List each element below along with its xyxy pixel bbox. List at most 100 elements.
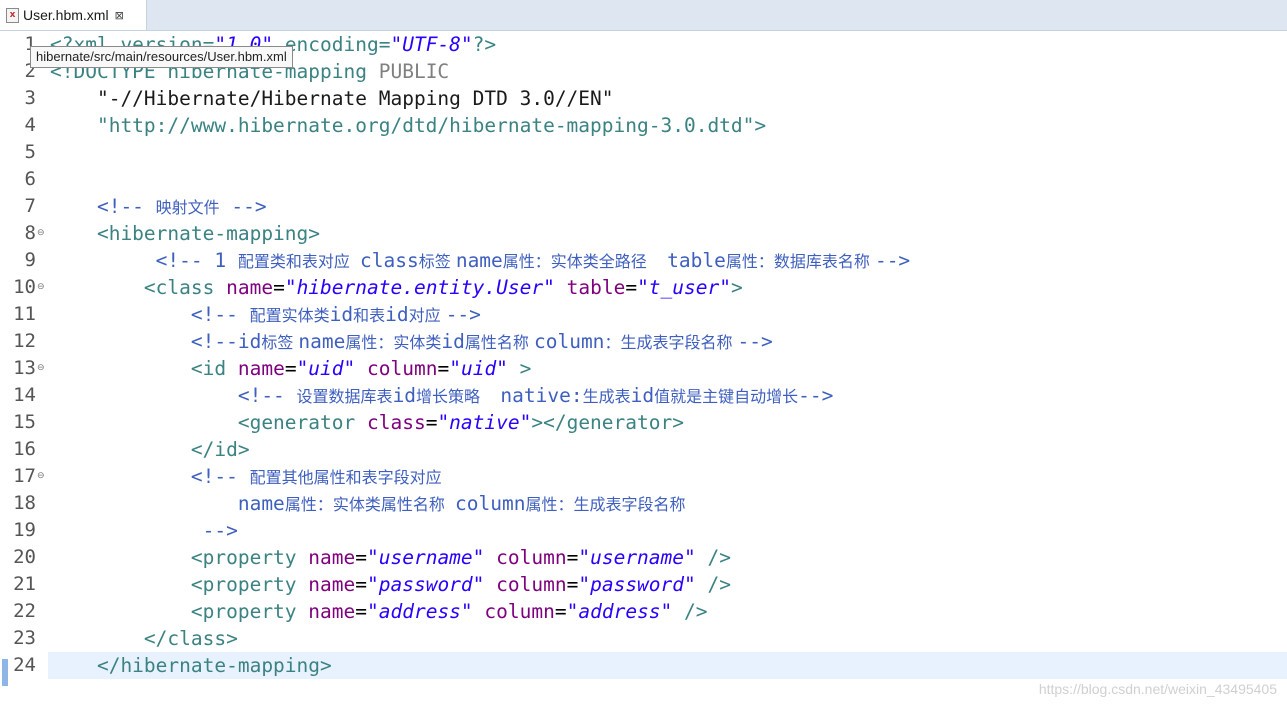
code-token: <hibernate-mapping> (50, 222, 321, 245)
code-text[interactable]: <!-- 设置数据库表id增长策略 native:生成表id值就是主键自动增长-… (50, 382, 834, 410)
line-number: 4 (24, 114, 36, 136)
code-token: "username" (578, 546, 696, 569)
code-line[interactable]: 18 name属性：实体类属性名称 column属性：生成表字段名称 (0, 490, 1287, 517)
code-text[interactable]: </hibernate-mapping> (50, 652, 332, 679)
line-number: 10 (13, 276, 36, 298)
code-text[interactable]: <!--id标签 name属性：实体类id属性名称 column：生成表字段名称… (50, 328, 773, 356)
code-text[interactable]: <!-- 配置实体类id和表id对应 --> (50, 301, 481, 329)
code-token: id (392, 384, 417, 407)
code-token: name (226, 276, 274, 299)
code-token: name (308, 600, 356, 623)
code-token: > (754, 114, 767, 137)
code-token: </hibernate-mapping> (50, 654, 332, 677)
fold-toggle-icon[interactable]: ⊖ (37, 472, 45, 481)
file-path-tooltip: hibernate/src/main/resources/User.hbm.xm… (30, 46, 293, 68)
code-text[interactable]: <id name="uid" column="uid" > (50, 355, 532, 382)
code-token: = (437, 357, 450, 380)
code-token: <property (50, 546, 309, 569)
code-text[interactable]: </id> (50, 436, 250, 463)
code-line[interactable]: 17 ⊖ <!-- 配置其他属性和表字段对应 (0, 463, 1287, 490)
code-text[interactable]: <generator class="native"></generator> (50, 409, 684, 436)
code-line[interactable]: 3 "-//Hibernate/Hibernate Mapping DTD 3.… (0, 85, 1287, 112)
code-token: 生成表 (582, 387, 631, 406)
code-token: 增长策略 (416, 387, 501, 406)
line-number: 20 (13, 546, 36, 568)
code-line[interactable]: 11 <!-- 配置实体类id和表id对应 --> (0, 301, 1287, 328)
close-icon[interactable]: ⊠ (115, 9, 124, 22)
code-token: = (425, 411, 438, 434)
line-number: 24 (13, 654, 36, 676)
code-token: ：生成表字段名称 (604, 333, 738, 352)
code-text[interactable]: <property name="username" column="userna… (50, 544, 731, 571)
code-token: ></generator> (531, 411, 684, 434)
code-line[interactable]: 5 (0, 139, 1287, 166)
code-line[interactable]: 22 <property name="address" column="addr… (0, 598, 1287, 625)
code-line[interactable]: 7 <!-- 映射文件 --> (0, 193, 1287, 220)
code-line[interactable]: 21 <property name="password" column="pas… (0, 571, 1287, 598)
code-line[interactable]: 14 <!-- 设置数据库表id增长策略 native:生成表id值就是主键自动… (0, 382, 1287, 409)
code-token: class (360, 249, 419, 272)
code-token: "-//Hibernate/Hibernate Mapping DTD 3.0/… (50, 87, 614, 110)
code-text[interactable]: <hibernate-mapping> (50, 220, 320, 247)
code-line[interactable]: 15 <generator class="native"></generator… (0, 409, 1287, 436)
fold-toggle-icon[interactable]: ⊖ (37, 283, 45, 292)
code-token: name (308, 573, 356, 596)
code-line[interactable]: 19 --> (0, 517, 1287, 544)
code-token: 设置数据库表 (296, 387, 393, 406)
code-line[interactable]: 9 <!-- 1 配置类和表对应 class标签 name属性：实体类全路径 t… (0, 247, 1287, 274)
code-token: id (630, 384, 655, 407)
code-line[interactable]: 8 ⊖ <hibernate-mapping> (0, 220, 1287, 247)
code-token: <class (50, 276, 227, 299)
code-token: column (484, 600, 555, 623)
code-line[interactable]: 6 (0, 166, 1287, 193)
code-line[interactable]: 12 <!--id标签 name属性：实体类id属性名称 column：生成表字… (0, 328, 1287, 355)
code-token: 属性：实体类 (345, 333, 442, 352)
code-editor[interactable]: 1 <?xml version="1.0" encoding="UTF-8"?> 2… (0, 31, 1287, 705)
code-text[interactable]: "http://www.hibernate.org/dtd/hibernate-… (50, 112, 766, 139)
code-text[interactable]: <property name="password" column="passwo… (50, 571, 731, 598)
code-token: native: (500, 384, 583, 407)
code-token: > (507, 357, 532, 380)
code-token: "username" (367, 546, 485, 569)
code-line[interactable]: 16 </id> (0, 436, 1287, 463)
code-token: </id> (50, 438, 250, 461)
code-token: <!-- (50, 195, 156, 218)
code-token: "native" (437, 411, 532, 434)
code-token: --> (874, 249, 911, 272)
code-text[interactable]: <property name="address" column="address… (50, 598, 708, 625)
code-text[interactable]: name属性：实体类属性名称 column属性：生成表字段名称 (50, 490, 686, 518)
code-token: = (355, 600, 367, 623)
code-token: 标签 (418, 252, 456, 271)
code-line[interactable]: 24 </hibernate-mapping> (0, 652, 1287, 679)
code-token: "hibernate.entity.User" (284, 276, 555, 299)
code-text[interactable]: --> (50, 517, 238, 544)
code-token: /> (672, 600, 708, 623)
code-token: 对应 (408, 306, 446, 325)
editor-tab-bar: x User.hbm.xml ⊠ (0, 0, 1287, 31)
code-text[interactable]: </class> (50, 625, 238, 652)
fold-toggle-icon[interactable]: ⊖ (37, 229, 45, 238)
code-token: column (455, 492, 526, 515)
line-number: 17 (13, 465, 36, 487)
line-number: 3 (24, 87, 36, 109)
code-line[interactable]: 20 <property name="username" column="use… (0, 544, 1287, 571)
code-token: 属性：数据库表名称 (725, 252, 875, 271)
code-token: = (554, 600, 567, 623)
fold-toggle-icon[interactable]: ⊖ (37, 364, 45, 373)
code-line[interactable]: 23 </class> (0, 625, 1287, 652)
code-text[interactable]: <class name="hibernate.entity.User" tabl… (50, 274, 743, 301)
code-line[interactable]: 10 ⊖ <class name="hibernate.entity.User" … (0, 274, 1287, 301)
tab-user-hbm-xml[interactable]: x User.hbm.xml ⊠ (0, 0, 147, 30)
code-text[interactable]: <!-- 配置其他属性和表字段对应 (50, 463, 442, 491)
code-token: <!-- 1 (50, 249, 238, 272)
code-text[interactable]: <!-- 1 配置类和表对应 class标签 name属性：实体类全路径 tab… (50, 247, 911, 275)
code-token: > (730, 276, 743, 299)
code-text[interactable]: <!-- 映射文件 --> (50, 193, 267, 221)
code-line[interactable]: 4 "http://www.hibernate.org/dtd/hibernat… (0, 112, 1287, 139)
code-text[interactable]: "-//Hibernate/Hibernate Mapping DTD 3.0/… (50, 85, 614, 112)
code-token: --> (798, 384, 834, 407)
code-token: <property (50, 573, 309, 596)
code-line[interactable]: 13 ⊖ <id name="uid" column="uid" > (0, 355, 1287, 382)
